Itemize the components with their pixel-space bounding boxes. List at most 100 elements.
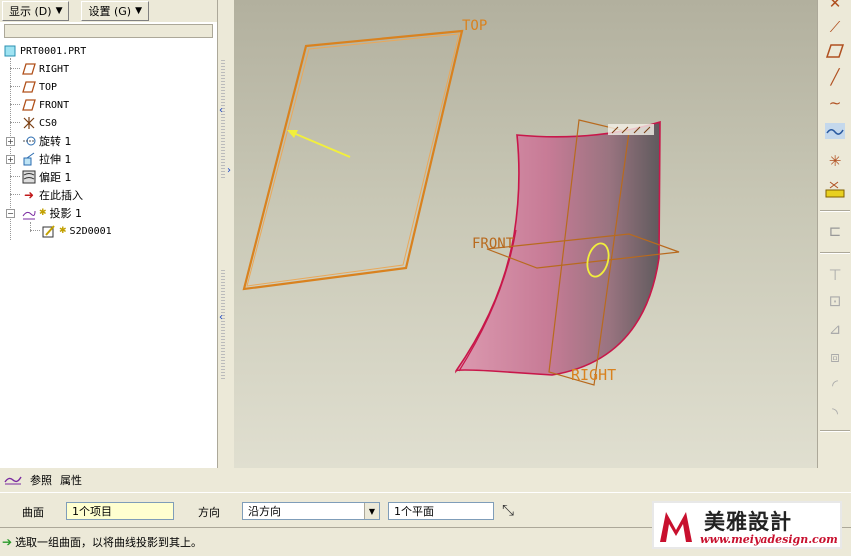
tree-root-item[interactable]: PRT0001.PRT [3,42,86,60]
datum-plane-icon [22,98,36,112]
projection-icon [22,206,36,220]
tree-item-label: FRONT [39,99,70,111]
tree-item-label: CS0 [39,117,58,129]
annotation-icon[interactable]: ⊏ [822,218,848,244]
model-tree-menu-bar: 显示 (D) ▼ 设置 (G) ▼ [0,0,217,22]
tree-filter-bar[interactable] [4,24,213,38]
expand-toggle-icon[interactable]: + [6,154,15,164]
surfaces-label: 曲面 [22,506,44,519]
top-datum-plane-inner [246,33,460,287]
datum-curve-icon[interactable] [822,118,848,144]
surfaces-collector-value: 1个项目 [72,505,112,518]
datum-plane-icon [22,62,36,76]
tree-item-cs0[interactable]: CS0 [22,114,57,132]
tree-item-label: S2D0001 [69,225,112,237]
references-tab-icon [4,473,22,488]
tree-item-top[interactable]: TOP [22,78,57,96]
chevron-down-icon[interactable]: ▼ [364,503,379,519]
watermark-logo: 美雅設計 www.meiyadesign.com [652,501,842,549]
tree-item-revolve[interactable]: + 旋转 1 [6,132,72,150]
expand-right-arrow-icon[interactable]: › [227,165,231,176]
chevron-down-icon: ▼ [135,6,143,16]
top-plane-label: TOP [462,18,487,34]
analysis-icon[interactable] [822,176,848,202]
draft-icon[interactable]: ⧈ [822,344,848,370]
tree-connector-line [10,176,20,177]
toolbar-separator [820,210,850,212]
datum-axis-line-icon[interactable]: ╱ [822,64,848,90]
front-plane-label: FRONT [472,236,515,252]
meiya-logo-icon [660,512,692,542]
tab-references[interactable]: 参照 [30,472,52,488]
tree-item-right[interactable]: RIGHT [22,60,69,78]
tree-connector-line [10,68,20,69]
display-menu-label: 显示 (D) [9,5,52,18]
extrude-icon [22,152,36,166]
datum-plane-icon[interactable] [822,38,848,64]
display-menu-button[interactable]: 显示 (D) ▼ [2,1,70,21]
toolbar-separator [820,430,850,432]
cs0-marker-icon [608,124,654,135]
direction-select[interactable]: 沿方向 ▼ [242,502,380,520]
direction-reference-collector[interactable]: 1个平面 [388,502,494,520]
tree-item-insert-here[interactable]: ➜ 在此插入 [22,186,83,204]
watermark-title: 美雅設計 [704,510,792,534]
shell-icon[interactable]: ⊡ [822,288,848,314]
top-datum-plane[interactable] [242,29,464,291]
chevron-down-icon: ▼ [55,6,63,16]
prompt-arrow-icon: ➔ [2,535,13,549]
flip-direction-icon[interactable]: ⤡ [502,501,514,519]
tree-connector-line [10,104,20,105]
tree-item-extrude[interactable]: + 拉伸 1 [6,150,72,168]
expand-toggle-icon[interactable]: + [6,136,15,146]
collapse-toggle-icon[interactable]: − [6,208,15,218]
direction-select-value: 沿方向 [248,505,281,518]
settings-menu-label: 设置 (G) [88,5,132,18]
model-tree-panel: 显示 (D) ▼ 设置 (G) ▼ PRT0001.PRT RIGHT TOP [0,0,218,468]
tree-item-label: 在此插入 [39,189,83,202]
panel-splitter[interactable]: ‹ › ‹ [218,0,234,468]
graphics-window[interactable]: TOP RIGHT FRONT [234,0,817,468]
status-message: 选取一组曲面，以将曲线投影到其上。 [15,536,203,549]
projection-direction-arrow [290,131,351,158]
settings-menu-button[interactable]: 设置 (G) ▼ [81,1,150,21]
direction-label: 方向 [198,506,220,519]
tab-properties[interactable]: 属性 [60,472,82,488]
datum-plane-icon [22,80,36,94]
model-view-canvas: TOP RIGHT FRONT [242,18,680,386]
collapse-left-arrow-icon[interactable]: ‹ [219,105,223,116]
tree-item-projection[interactable]: − ✱ 投影 1 [6,204,82,222]
splitter-grip[interactable] [221,270,225,380]
splitter-grip[interactable] [221,60,225,180]
datum-toolbar: ✕ ⟋ ╱ ∼ ✳ ⊏ ⊤ ⊡ ⊿ ⧈ ◜ ◝ [817,0,851,468]
tree-item-label: 投影 1 [49,207,83,220]
right-plane-label: RIGHT [571,366,616,384]
tree-item-offset[interactable]: 偏距 1 [22,168,72,186]
tree-item-label: 拉伸 1 [39,153,72,166]
tree-connector-line [10,122,20,123]
tree-connector-line [10,86,20,87]
hole-icon[interactable]: ⊤ [822,262,848,288]
toolbar-separator [820,252,850,254]
tree-item-front[interactable]: FRONT [22,96,69,114]
collapse-left-arrow-icon[interactable]: ‹ [219,312,223,323]
tree-item-sketch[interactable]: ✱ S2D0001 [42,222,112,240]
tree-item-label: 旋转 1 [39,135,72,148]
surfaces-collector[interactable]: 1个项目 [66,502,174,520]
tree-connector-line [30,230,40,231]
tree-item-label: RIGHT [39,63,70,75]
new-feature-marker-icon: ✱ [59,226,67,236]
offset-icon [22,170,36,184]
watermark-url: www.meiyadesign.com [700,533,838,546]
insert-here-arrow-icon: ➜ [23,188,35,202]
new-feature-marker-icon: ✱ [39,208,47,218]
sketch-curve-icon[interactable]: ∼ [822,90,848,116]
round-icon[interactable]: ◜ [822,372,848,398]
rib-icon[interactable]: ⊿ [822,316,848,342]
tree-item-label: TOP [39,81,58,93]
datum-point-icon[interactable]: ⟋ [822,14,848,40]
coordinate-system-icon[interactable]: ✳ [822,148,848,174]
part-icon [3,44,17,58]
tree-item-label: 偏距 1 [39,171,72,184]
chamfer-icon[interactable]: ◝ [822,400,848,426]
